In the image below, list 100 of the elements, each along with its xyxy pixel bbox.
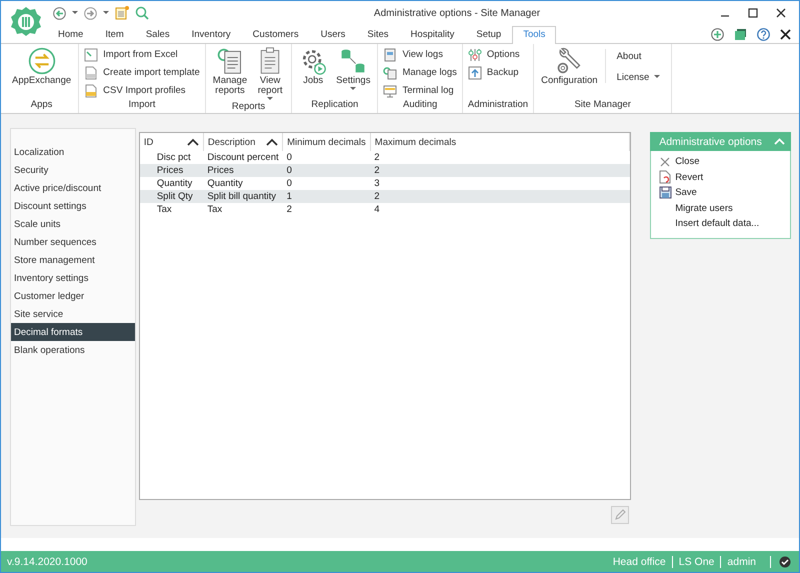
table-cell: Disc pct — [140, 151, 204, 164]
ribbon-tab[interactable]: Item — [94, 26, 135, 43]
status-text: LS One — [672, 556, 720, 568]
pencil-icon — [614, 509, 626, 521]
ribbon-button[interactable]: Options — [468, 47, 520, 62]
ribbon-button[interactable]: View report — [254, 47, 286, 101]
group-label: Reports — [230, 101, 266, 113]
add-icon[interactable] — [711, 28, 724, 41]
log-icon[interactable] — [383, 48, 398, 62]
help-icon[interactable] — [757, 28, 770, 41]
ribbon-tab[interactable]: Hospitality — [400, 26, 466, 43]
ribbon-button[interactable]: About — [610, 47, 666, 65]
table-cell: Split bill quantity — [203, 190, 283, 203]
forward-icon[interactable] — [84, 6, 97, 20]
column-header[interactable]: Maximum decimals — [374, 136, 626, 148]
caret-icon — [350, 87, 356, 91]
sidebar-item[interactable]: Inventory settings — [11, 269, 135, 287]
ribbon-button[interactable]: Manage reports — [210, 47, 250, 96]
panel-action[interactable]: Save — [658, 185, 790, 200]
ribbon-tab[interactable]: Sales — [134, 26, 181, 43]
ribbon-button[interactable]: Jobs — [297, 47, 330, 86]
ribbon-button[interactable]: AppExchange — [10, 47, 74, 86]
collapse-icon[interactable] — [774, 138, 785, 145]
maximize-icon[interactable] — [748, 8, 758, 18]
panel-action[interactable]: Insert default data... — [658, 216, 790, 232]
sidebar-item[interactable]: Scale units — [11, 215, 135, 233]
group-label: Replication — [310, 99, 360, 112]
ribbon-tab[interactable]: Home — [47, 26, 94, 43]
table-cell: 0 — [282, 151, 370, 164]
log-icon[interactable] — [383, 66, 398, 80]
sidebar-item[interactable]: Localization — [11, 143, 135, 161]
windows-icon[interactable] — [734, 28, 747, 41]
sidebar-item[interactable]: Site service — [11, 305, 135, 323]
caret-icon — [654, 75, 660, 79]
table-cell: Split Qty — [140, 190, 204, 203]
table-cell: Quantity — [203, 177, 283, 190]
ribbon-tab[interactable]: Tools — [512, 26, 556, 44]
sidebar-item[interactable]: Customer ledger — [11, 287, 135, 305]
ribbon-button[interactable]: Terminal log — [383, 83, 454, 98]
ribbon-button[interactable]: CSV Import profiles — [84, 83, 186, 98]
caret-icon — [72, 11, 78, 15]
panel-action[interactable]: Migrate users — [658, 200, 790, 216]
table-cell: Quantity — [140, 177, 204, 190]
sidebar-item[interactable]: Active price/discount — [11, 179, 135, 197]
sidebar-item[interactable]: Decimal formats — [11, 323, 135, 341]
table-cell: 0 — [282, 177, 370, 190]
table-cell: Tax — [203, 203, 283, 216]
sidebar-item[interactable]: Blank operations — [11, 341, 135, 359]
edit-button[interactable] — [611, 506, 630, 524]
group-label: Site Manager — [573, 99, 632, 112]
back-icon[interactable] — [53, 6, 66, 20]
close-icon[interactable] — [780, 29, 791, 40]
ribbon-button[interactable]: Import from Excel — [84, 47, 178, 62]
app-logo[interactable] — [10, 6, 42, 38]
sort-icon[interactable] — [266, 138, 278, 146]
sidebar-item[interactable]: Store management — [11, 251, 135, 269]
sliders-icon[interactable] — [468, 48, 482, 62]
ribbon-tab[interactable]: Inventory — [180, 26, 242, 43]
ribbon-button[interactable]: View logs — [383, 47, 443, 62]
sort-icon[interactable] — [186, 138, 199, 146]
save-icon — [658, 186, 672, 200]
exchange-icon[interactable] — [28, 47, 56, 75]
table-cell: 3 — [370, 177, 630, 190]
panel-action[interactable]: Close — [658, 154, 790, 170]
group-label: Import — [128, 99, 156, 112]
ribbon-button[interactable]: Configuration — [539, 47, 600, 86]
caret-icon — [267, 97, 274, 101]
clipboard-icon[interactable] — [216, 47, 244, 75]
monitor-icon[interactable] — [383, 84, 398, 98]
wrench-icon[interactable] — [555, 47, 584, 75]
backup-icon[interactable] — [468, 66, 482, 80]
ribbon-tab[interactable]: Sites — [356, 26, 400, 43]
document-icon[interactable] — [84, 84, 98, 98]
ribbon-button[interactable]: License — [610, 68, 666, 86]
database-icon[interactable] — [339, 47, 368, 75]
close-icon[interactable] — [776, 8, 786, 18]
table-cell: 2 — [370, 190, 630, 203]
ribbon-button[interactable]: Create import template — [84, 65, 200, 80]
table-cell: Prices — [203, 164, 283, 177]
ribbon-button[interactable]: Manage logs — [383, 65, 457, 80]
column-header[interactable]: Description — [208, 136, 278, 148]
sidebar-item[interactable]: Discount settings — [11, 197, 135, 215]
ribbon-button[interactable]: Settings — [334, 47, 372, 91]
ribbon-tab[interactable]: Setup — [465, 26, 512, 43]
sidebar-item[interactable]: Security — [11, 161, 135, 179]
clipboard-icon[interactable] — [115, 6, 129, 20]
column-header[interactable]: ID — [144, 136, 199, 148]
search-icon[interactable] — [135, 6, 149, 20]
table-cell: Discount percent — [203, 151, 283, 164]
check-icon — [779, 556, 791, 568]
column-header[interactable]: Minimum decimals — [287, 136, 366, 148]
document-icon[interactable] — [84, 66, 98, 80]
window-title: Administrative options - Site Manager — [372, 8, 542, 18]
revert-icon — [659, 170, 672, 184]
ribbon-button[interactable]: Backup — [468, 65, 519, 80]
panel-action[interactable]: Revert — [658, 170, 790, 185]
sidebar-item[interactable]: Number sequences — [11, 233, 135, 251]
status-text: admin — [720, 556, 762, 568]
ribbon-tab[interactable]: Users — [310, 26, 356, 43]
ribbon-tab[interactable]: Customers — [242, 26, 310, 43]
